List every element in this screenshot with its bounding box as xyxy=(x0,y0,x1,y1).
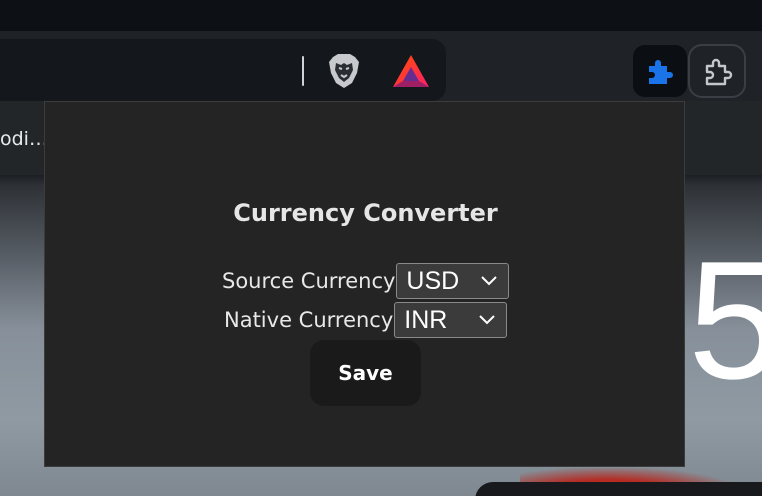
browser-title-bar xyxy=(0,0,762,31)
extension-pin-button[interactable] xyxy=(688,44,746,98)
background-card xyxy=(475,482,762,496)
native-currency-row: Native Currency INR xyxy=(224,302,508,338)
popup-title: Currency Converter xyxy=(233,199,498,227)
source-currency-select[interactable]: USD xyxy=(396,263,510,299)
extension-popup: Currency Converter Source Currency USD N… xyxy=(44,101,685,467)
puzzle-extensions-icon xyxy=(649,60,673,84)
save-button[interactable]: Save xyxy=(310,340,421,406)
extension-outline-icon xyxy=(705,58,733,86)
chevron-down-icon xyxy=(479,315,496,325)
bookmark-item[interactable]: odi… xyxy=(0,128,48,150)
brave-rewards-icon[interactable] xyxy=(391,53,431,89)
brave-shields-icon[interactable] xyxy=(327,53,361,89)
native-currency-label: Native Currency xyxy=(224,308,394,332)
source-currency-value: USD xyxy=(406,266,460,295)
source-currency-label: Source Currency xyxy=(222,269,396,293)
background-clock-digit: 5 xyxy=(688,226,762,414)
chevron-down-icon xyxy=(481,276,498,286)
source-currency-row: Source Currency USD xyxy=(222,263,510,299)
omnibox-divider xyxy=(302,56,304,86)
native-currency-select[interactable]: INR xyxy=(394,302,508,338)
extensions-button-active[interactable] xyxy=(633,45,687,97)
native-currency-value: INR xyxy=(404,305,448,334)
address-bar[interactable] xyxy=(0,39,446,101)
